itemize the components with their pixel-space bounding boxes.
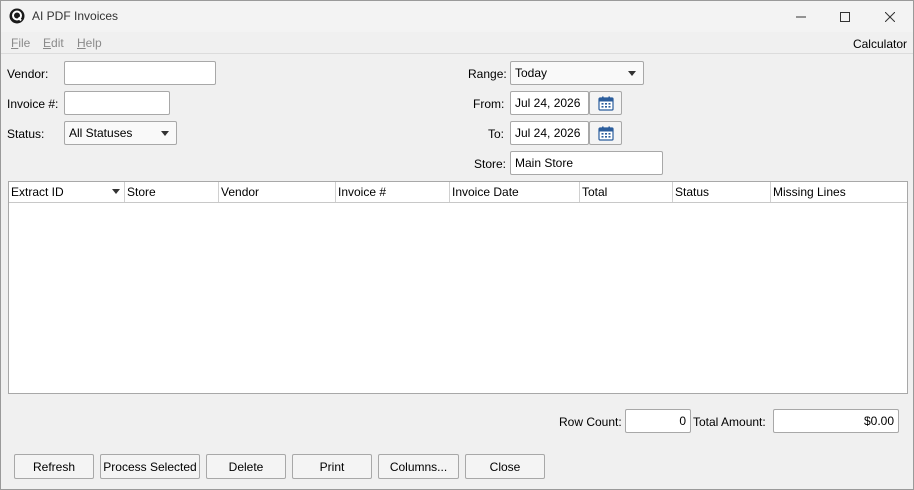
column-header-label: Extract ID [11,185,64,199]
from-label: From: [473,97,505,111]
store-input[interactable]: Main Store [510,151,663,175]
range-select[interactable]: Today [510,61,644,85]
column-header-missing-lines[interactable]: Missing Lines [771,182,907,202]
column-header-status[interactable]: Status [673,182,771,202]
status-select[interactable]: All Statuses [64,121,177,145]
close-icon [885,11,895,22]
menu-edit-mnemonic: E [43,36,52,50]
column-header-store[interactable]: Store [125,182,219,202]
chevron-down-icon [161,131,169,136]
maximize-button[interactable] [822,1,868,32]
column-header-extract-id[interactable]: Extract ID [9,182,125,202]
total-amount-value: $0.00 [773,409,899,433]
column-header-invoice-number[interactable]: Invoice # [336,182,450,202]
row-count-label: Row Count: [559,415,622,429]
invoice-number-input[interactable] [64,91,170,115]
to-label: To: [488,127,505,141]
menu-calculator[interactable]: Calculator [853,37,907,51]
q-logo-icon [9,8,25,24]
total-amount-label: Total Amount: [693,415,766,429]
vendor-input[interactable] [64,61,216,85]
menu-bar: File Edit Help Calculator [1,32,913,54]
row-count-value: 0 [625,409,691,433]
menu-help-label: elp [85,36,102,50]
status-select-value: All Statuses [69,126,133,140]
menu-edit-label: dit [51,36,64,50]
to-date-input[interactable]: Jul 24, 2026 [510,121,589,145]
menu-file[interactable]: File [11,36,30,50]
menu-file-label: ile [18,36,31,50]
minimize-button[interactable] [778,1,824,32]
invoice-number-label: Invoice #: [7,97,59,111]
calendar-icon [597,96,614,111]
columns-button[interactable]: Columns... [378,454,459,479]
menu-help[interactable]: Help [77,36,102,50]
print-button[interactable]: Print [292,454,372,479]
refresh-button[interactable]: Refresh [14,454,94,479]
status-label: Status: [7,127,45,141]
title-bar: AI PDF Invoices [1,1,913,32]
column-header-total[interactable]: Total [580,182,673,202]
range-label: Range: [468,67,507,81]
vendor-label: Vendor: [7,67,49,81]
from-date-input[interactable]: Jul 24, 2026 [510,91,589,115]
table-header: Extract ID Store Vendor Invoice # Invoic… [9,182,907,203]
to-calendar-button[interactable] [589,121,622,145]
close-window-button[interactable] [867,1,913,32]
from-calendar-button[interactable] [589,91,622,115]
store-label: Store: [474,157,507,171]
column-header-vendor[interactable]: Vendor [219,182,336,202]
range-select-value: Today [515,66,548,80]
column-header-invoice-date[interactable]: Invoice Date [450,182,580,202]
maximize-icon [840,11,850,22]
window-title: AI PDF Invoices [32,9,119,23]
process-selected-button[interactable]: Process Selected [100,454,200,479]
delete-button[interactable]: Delete [206,454,286,479]
app-window: AI PDF Invoices File Edit Help Calculato… [0,0,914,490]
minimize-icon [796,16,806,17]
menu-help-mnemonic: H [77,36,86,50]
close-button[interactable]: Close [465,454,545,479]
sort-desc-icon [112,189,120,194]
invoices-table[interactable]: Extract ID Store Vendor Invoice # Invoic… [8,181,908,394]
calendar-icon [597,126,614,141]
chevron-down-icon [628,71,636,76]
menu-edit[interactable]: Edit [43,36,64,50]
